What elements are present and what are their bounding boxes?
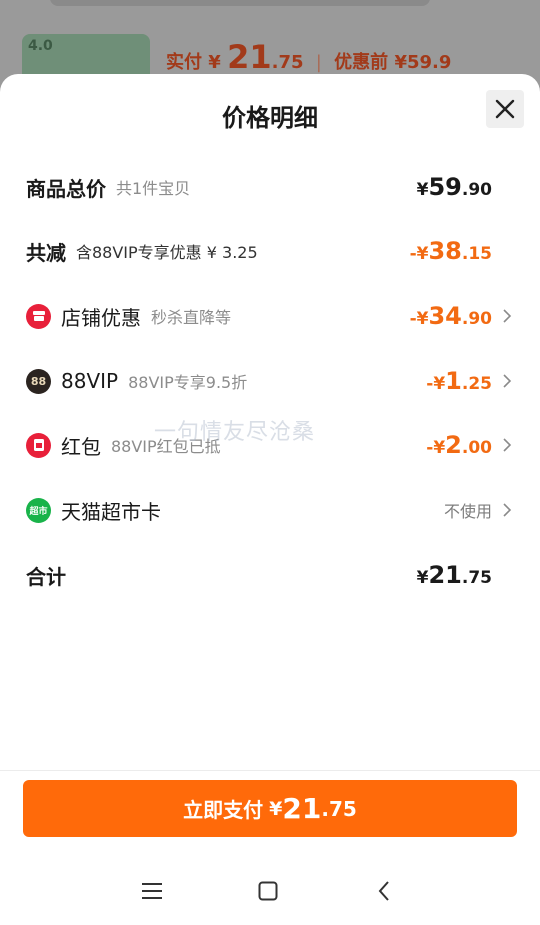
row-amount: ¥21.75 [416,561,492,589]
chevron-right-icon [503,425,512,465]
watermark: 一句情友尽沧桑 [154,420,316,445]
pay-button-int: 21 [282,792,322,825]
pay-now-button[interactable]: 立即支付 ¥21.75 [23,780,517,837]
home-nav-button[interactable] [250,875,286,907]
row-amount: ¥59.90 [416,173,492,201]
close-icon [495,99,515,119]
row-label: 商品总价 [26,176,106,201]
row-amount: -¥38.15 [409,237,492,265]
shop-icon [26,303,51,329]
price-dec: .75 [271,52,304,73]
price-int: 21 [227,38,272,76]
row-88vip[interactable]: 88 88VIP 88VIP专享9.5折 -¥1.25 [0,361,540,401]
row-sub: 秒杀直降等 [151,308,232,327]
pay-button-dec: .75 [321,796,357,821]
back-chevron-icon [378,881,389,901]
tmall-card-value: 不使用 [443,502,492,521]
chevron-right-icon [503,361,512,401]
pay-button-currency: ¥ [269,797,283,820]
system-nav-bar [0,857,540,925]
price-prefix: 实付 [166,52,202,73]
close-button[interactable] [486,90,524,128]
background-price: 实付 ¥ 21.75 | 优惠前 ¥59.9 [166,38,451,76]
row-label: 店铺优惠 [61,305,141,330]
price-detail-sheet: 价格明细 商品总价 共1件宝贝 ¥59.90 共减 含88VIP专享优惠 ¥ 3… [0,74,540,925]
divider [0,770,540,771]
menu-icon [142,883,162,899]
chevron-right-icon [503,296,512,336]
row-total-price: 商品总价 共1件宝贝 ¥59.90 [0,167,540,207]
row-label: 合计 [26,564,66,589]
price-currency: ¥ [208,52,221,73]
row-label: 共减 [26,240,66,265]
row-amount: -¥2.00 [426,431,492,459]
chevron-right-icon [503,490,512,530]
row-shop-discount[interactable]: 店铺优惠 秒杀直降等 -¥34.90 [0,296,540,336]
row-tmall-card[interactable]: 超市 天猫超市卡 不使用 [0,490,540,530]
before-label: 优惠前 [334,52,389,73]
red-packet-icon [26,432,51,458]
menu-nav-button[interactable] [134,875,170,907]
vip-icon: 88 [26,368,51,394]
home-square-icon [258,881,278,901]
row-amount: -¥34.90 [409,302,492,330]
row-sub: 88VIP专享9.5折 [128,373,248,392]
row-label: 天猫超市卡 [61,499,161,524]
background-banner-text [50,0,430,6]
row-sub: 含88VIP专享优惠 ¥ 3.25 [76,243,258,262]
row-amount: -¥1.25 [426,367,492,395]
sheet-title: 价格明细 [222,104,318,132]
row-label: 88VIP [61,369,119,393]
row-label: 红包 [61,434,101,459]
row-sum: 合计 ¥21.75 [0,555,540,595]
pay-button-label: 立即支付 [183,798,264,822]
back-nav-button[interactable] [366,875,402,907]
tmall-supermarket-icon: 超市 [26,497,51,523]
row-sub: 共1件宝贝 [116,179,191,198]
row-total-discount: 共减 含88VIP专享优惠 ¥ 3.25 -¥38.15 [0,231,540,271]
before-price: ¥59.9 [394,52,452,73]
price-separator: | [315,52,322,73]
